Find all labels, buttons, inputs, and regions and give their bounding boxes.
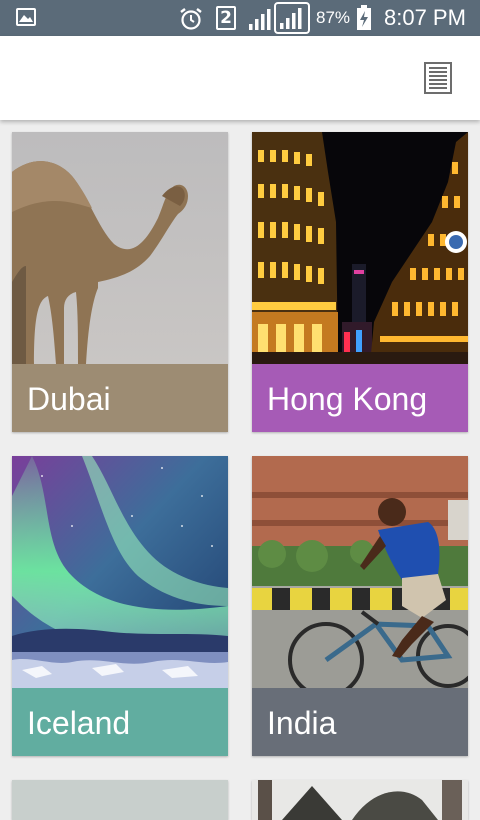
destination-card-iceland[interactable]: Iceland xyxy=(12,456,228,756)
destination-label-bg: Iceland xyxy=(12,688,228,756)
destination-grid: Dubai Hong Kong Iceland India xyxy=(0,120,480,820)
list-menu-icon[interactable] xyxy=(424,62,452,94)
destination-card-hong-kong[interactable]: Hong Kong xyxy=(252,132,468,432)
destination-label-bg: Dubai xyxy=(12,364,228,432)
alarm-icon xyxy=(178,6,204,37)
destination-photo-partial xyxy=(252,780,468,820)
destination-card-partial[interactable] xyxy=(252,780,468,820)
battery-charging-icon xyxy=(356,5,372,36)
destination-card-dubai[interactable]: Dubai xyxy=(12,132,228,432)
destination-label-bg: Hong Kong xyxy=(252,364,468,432)
status-bar: 2 87% 8:07 PM xyxy=(0,0,480,36)
destination-name: Hong Kong xyxy=(267,381,428,417)
battery-percent: 87% xyxy=(316,8,351,27)
destination-name: India xyxy=(267,705,337,741)
hong-kong-photo xyxy=(252,132,468,364)
app-bar xyxy=(0,36,480,120)
destination-label-bg: India xyxy=(252,688,468,756)
india-photo xyxy=(252,456,468,688)
destination-card-india[interactable]: India xyxy=(252,456,468,756)
clock: 8:07 PM xyxy=(384,5,466,30)
sim-number: 2 xyxy=(220,8,232,28)
sim-icon: 2 xyxy=(216,6,236,30)
signal-icon xyxy=(248,6,274,37)
signal-icon xyxy=(274,2,310,39)
destination-card-partial[interactable] xyxy=(12,780,228,820)
destination-photo-partial xyxy=(12,780,228,820)
destination-name: Iceland xyxy=(27,705,131,741)
iceland-photo xyxy=(12,456,228,688)
destination-name: Dubai xyxy=(27,381,111,417)
dubai-photo xyxy=(12,132,228,364)
gallery-icon xyxy=(16,8,36,26)
